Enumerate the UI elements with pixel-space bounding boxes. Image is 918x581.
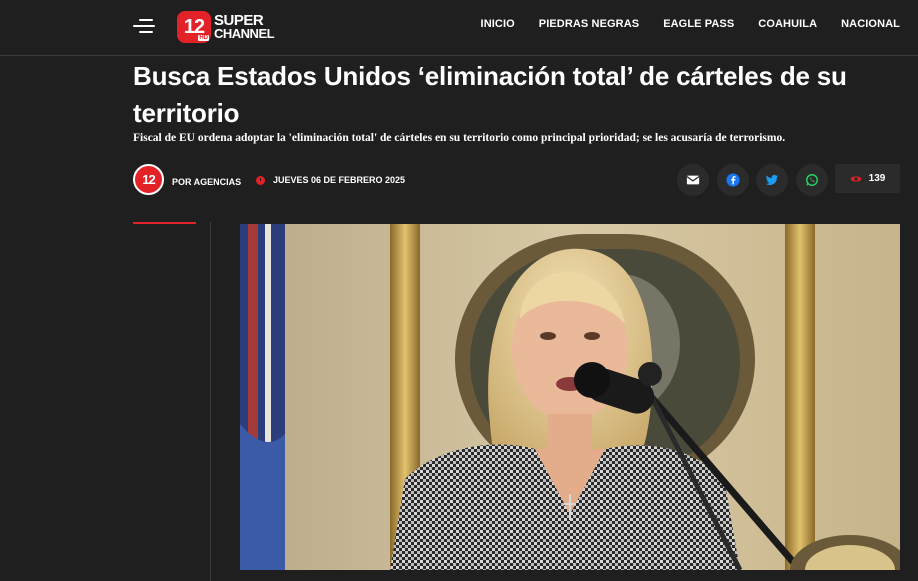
date-text: JUEVES 06 DE FEBRERO 2025 [273, 175, 406, 185]
site-header: 12 HD SUPER CHANNEL INICIO PIEDRAS NEGRA… [0, 0, 918, 56]
article-title: Busca Estados Unidos ‘eliminación total’… [133, 61, 847, 128]
share-twitter-button[interactable] [756, 164, 788, 196]
article-subtitle: Fiscal de EU ordena adoptar la 'eliminac… [133, 132, 786, 144]
views-counter: 139 [835, 164, 900, 193]
logo-badge: 12 HD [177, 11, 211, 43]
site-logo[interactable]: 12 HD SUPER CHANNEL [177, 10, 275, 44]
facebook-icon [726, 173, 740, 187]
author-avatar[interactable]: 12 [133, 164, 164, 195]
twitter-icon [765, 174, 779, 185]
envelope-icon [686, 175, 700, 185]
whatsapp-icon [806, 174, 818, 186]
hamburger-icon[interactable] [133, 16, 155, 36]
nav-item-coahuila[interactable]: COAHUILA [758, 18, 817, 30]
views-count: 139 [868, 173, 886, 184]
eye-icon [850, 175, 862, 182]
nav-item-eagle-pass[interactable]: EAGLE PASS [663, 18, 734, 30]
column-divider [210, 222, 211, 581]
press-conference-photo [240, 224, 900, 570]
share-whatsapp-button[interactable] [796, 164, 828, 196]
section-accent-rule [133, 222, 196, 224]
article-date: JUEVES 06 DE FEBRERO 2025 [256, 175, 405, 185]
nav-item-nacional[interactable]: NACIONAL [841, 18, 900, 30]
logo-wordmark: SUPER CHANNEL [214, 12, 275, 41]
nav-item-inicio[interactable]: INICIO [481, 18, 515, 30]
main-nav: INICIO PIEDRAS NEGRAS EAGLE PASS COAHUIL… [457, 18, 900, 30]
clock-icon [256, 175, 265, 185]
article-photo[interactable] [240, 224, 900, 570]
author-name[interactable]: POR AGENCIAS [172, 177, 241, 187]
share-facebook-button[interactable] [717, 164, 749, 196]
share-email-button[interactable] [677, 164, 709, 196]
nav-item-piedras-negras[interactable]: PIEDRAS NEGRAS [539, 18, 639, 30]
